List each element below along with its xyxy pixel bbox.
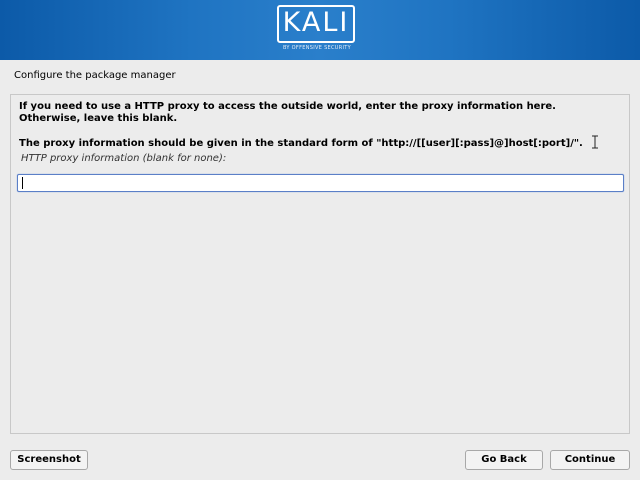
go-back-button[interactable]: Go Back	[465, 450, 543, 470]
content-panel: If you need to use a HTTP proxy to acces…	[10, 94, 630, 434]
text-caret	[22, 177, 23, 189]
screenshot-button[interactable]: Screenshot	[10, 450, 88, 470]
logo-subtitle: BY OFFENSIVE SECURITY	[282, 45, 352, 51]
header-banner: KALI BY OFFENSIVE SECURITY	[0, 0, 640, 60]
page-title: Configure the package manager	[14, 70, 176, 81]
proxy-input[interactable]	[17, 174, 624, 192]
proxy-instructions: If you need to use a HTTP proxy to acces…	[19, 101, 556, 124]
kali-logo: KALI BY OFFENSIVE SECURITY	[272, 5, 362, 55]
continue-button[interactable]: Continue	[550, 450, 630, 470]
proxy-format-hint: The proxy information should be given in…	[19, 138, 583, 149]
logo-text: KALI	[282, 7, 350, 38]
proxy-field-label: HTTP proxy information (blank for none):	[21, 153, 227, 164]
text-ibeam-cursor-icon	[592, 135, 598, 149]
